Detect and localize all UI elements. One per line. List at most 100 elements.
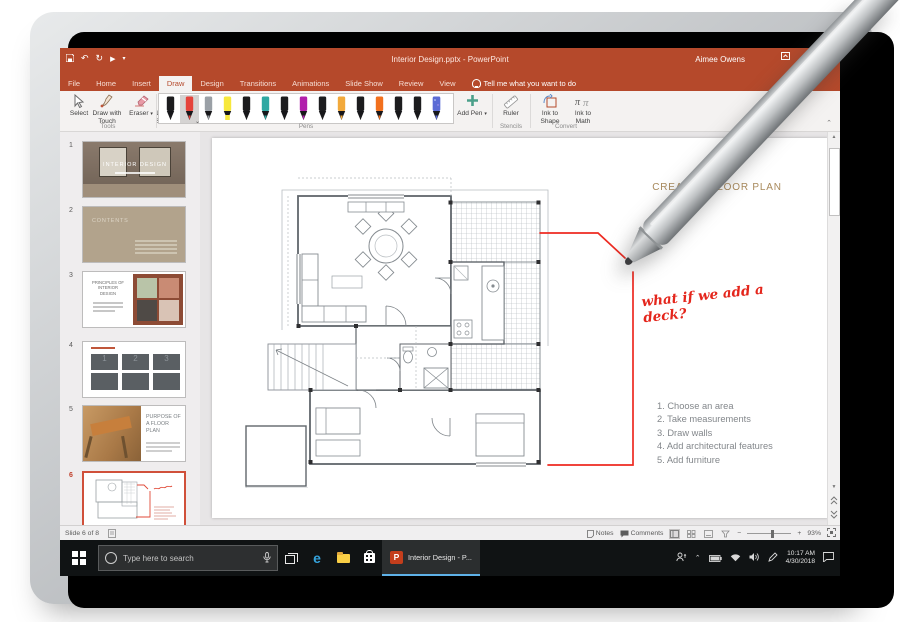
tab-view[interactable]: View [431, 76, 463, 91]
step-item: 4. Add architectural features [657, 441, 773, 452]
slide-thumbnail-3[interactable]: PRINCIPLES OF INTERIOR DESIGN [82, 271, 186, 328]
gold-pen[interactable] [332, 95, 351, 123]
galaxy-pen[interactable] [427, 95, 446, 123]
step-item: 5. Add furniture [657, 454, 721, 465]
edge-browser-icon[interactable]: e [304, 540, 330, 576]
slide-thumbnail-1[interactable]: INTERIOR DESIGN [82, 141, 186, 198]
ribbon-display-options-icon[interactable] [781, 52, 791, 63]
powerpoint-taskbar-button[interactable]: P Interior Design - P... [382, 540, 480, 576]
previous-slide-button[interactable] [830, 496, 838, 507]
black-pen-6[interactable] [389, 95, 408, 123]
ink-to-shape-button[interactable]: Ink to Shape [534, 93, 566, 125]
zoom-out-button[interactable]: − [737, 530, 741, 537]
ink-to-shape-icon [534, 93, 566, 109]
tab-design[interactable]: Design [192, 76, 231, 91]
orange-pen[interactable] [370, 95, 389, 123]
pens-gallery: ⌄ [158, 93, 454, 125]
black-pen-4[interactable] [313, 95, 332, 123]
silver-pen[interactable] [199, 95, 218, 123]
tab-review[interactable]: Review [391, 76, 432, 91]
draw-with-touch-button[interactable]: Draw with Touch [88, 93, 126, 125]
tray-expand-icon[interactable]: ⌃ [695, 554, 701, 562]
titlebar: ↶ ↻ ▶ ▾ Interior Design.pptx - PowerPoin… [60, 48, 840, 74]
black-pen-2[interactable] [237, 95, 256, 123]
thumb6-floorplan [95, 479, 176, 520]
accessibility-icon [108, 529, 116, 540]
scroll-up-icon[interactable]: ▲ [828, 134, 840, 140]
ruler-button[interactable]: Ruler [496, 93, 526, 118]
tab-file[interactable]: File [60, 76, 88, 91]
zoom-slider-thumb[interactable] [771, 529, 775, 538]
page: ↶ ↻ ▶ ▾ Interior Design.pptx - PowerPoin… [0, 0, 900, 622]
minimize-button[interactable]: — [802, 52, 811, 63]
slide-thumbnail-5[interactable]: PURPOSE OF A FLOOR PLAN [82, 405, 186, 462]
step-item: 1. Choose an area [657, 401, 734, 411]
account-name[interactable]: Aimee Owens [695, 55, 745, 64]
status-bar: Slide 6 of 8 Notes Comments − + 93% [60, 525, 840, 541]
black-pen-3[interactable] [275, 95, 294, 123]
maximize-button[interactable]: ▢ [823, 52, 832, 63]
add-pen-button[interactable]: Add Pen ▾ [456, 93, 488, 118]
red-pen[interactable]: ⌄ [180, 94, 200, 125]
thumb1-title: INTERIOR DESIGN [103, 162, 167, 168]
reading-view-button[interactable] [703, 529, 714, 539]
slideshow-view-button[interactable] [720, 529, 731, 539]
file-explorer-icon[interactable] [330, 540, 356, 576]
touch-draw-icon [88, 94, 126, 109]
tab-animations[interactable]: Animations [284, 76, 337, 91]
tab-draw[interactable]: Draw [158, 76, 193, 91]
notes-button[interactable]: Notes [586, 529, 614, 538]
scrollbar-thumb[interactable] [829, 148, 840, 216]
thumb2-title: CONTENTS [92, 218, 129, 224]
teal-pen[interactable] [256, 95, 275, 123]
next-slide-button[interactable] [830, 510, 838, 521]
zoom-in-button[interactable]: + [797, 530, 801, 537]
tab-slide-show[interactable]: Slide Show [337, 76, 391, 91]
slide-canvas[interactable]: CREATE A FLOOR PLAN what if we add a dec… [212, 138, 828, 518]
taskbar-clock[interactable]: 10:17 AM 4/30/2018 [786, 550, 815, 566]
zoom-slider[interactable] [747, 529, 792, 538]
ink-to-math-button[interactable]: ππ Ink to Math [568, 93, 598, 125]
wifi-icon[interactable] [730, 549, 741, 567]
ruler-icon [496, 94, 526, 109]
task-view-button[interactable] [278, 540, 304, 576]
tab-insert[interactable]: Insert [124, 76, 159, 91]
ink-to-math-icon: ππ [568, 94, 598, 109]
action-center-icon[interactable] [823, 549, 834, 567]
tab-home[interactable]: Home [88, 76, 124, 91]
pen-settings-icon[interactable] [767, 549, 778, 567]
people-icon[interactable] [676, 549, 687, 567]
zoom-level[interactable]: 93% [807, 530, 821, 537]
volume-icon[interactable] [749, 549, 760, 567]
collapse-ribbon-icon[interactable]: ⌃ [826, 119, 832, 127]
black-pen-7[interactable] [408, 95, 427, 123]
taskbar: Type here to search e P Interior Design … [60, 540, 840, 576]
search-placeholder: Type here to search [123, 553, 194, 563]
battery-icon[interactable] [708, 549, 722, 567]
fit-slide-button[interactable] [827, 528, 836, 539]
comments-button[interactable]: Comments [620, 530, 663, 538]
slide-steps-list: 1. Choose an area 2. Take measurements 3… [657, 400, 773, 467]
lightbulb-icon [471, 79, 481, 88]
slide-thumbnail-6[interactable] [82, 471, 186, 525]
start-button[interactable] [60, 540, 98, 576]
powerpoint-icon: P [390, 550, 403, 564]
slide-indicator: Slide 6 of 8 [65, 530, 100, 537]
tab-transitions[interactable]: Transitions [232, 76, 284, 91]
step-item: 3. Draw walls [657, 427, 713, 438]
black-pen-5[interactable] [351, 95, 370, 123]
microsoft-store-icon[interactable] [356, 540, 382, 576]
slide-thumbnail-2[interactable]: CONTENTS [82, 206, 186, 263]
system-tray: ⌃ 10:17 AM 4/30/2018 [676, 549, 840, 567]
black-pen-1[interactable] [161, 95, 180, 123]
purple-pen[interactable] [294, 95, 313, 123]
scroll-down-icon[interactable]: ▼ [828, 484, 840, 490]
normal-view-button[interactable] [669, 528, 681, 539]
yellow-highlighter[interactable] [218, 95, 237, 123]
tell-me-box[interactable]: Tell me what you want to do [464, 76, 585, 91]
slide-sorter-view-button[interactable] [686, 529, 697, 539]
slide-thumbnail-4[interactable]: 1 2 3 [82, 341, 186, 398]
taskbar-search-box[interactable]: Type here to search [98, 545, 278, 571]
tools-group-label: Tools [100, 123, 116, 130]
microphone-icon[interactable] [263, 551, 271, 565]
